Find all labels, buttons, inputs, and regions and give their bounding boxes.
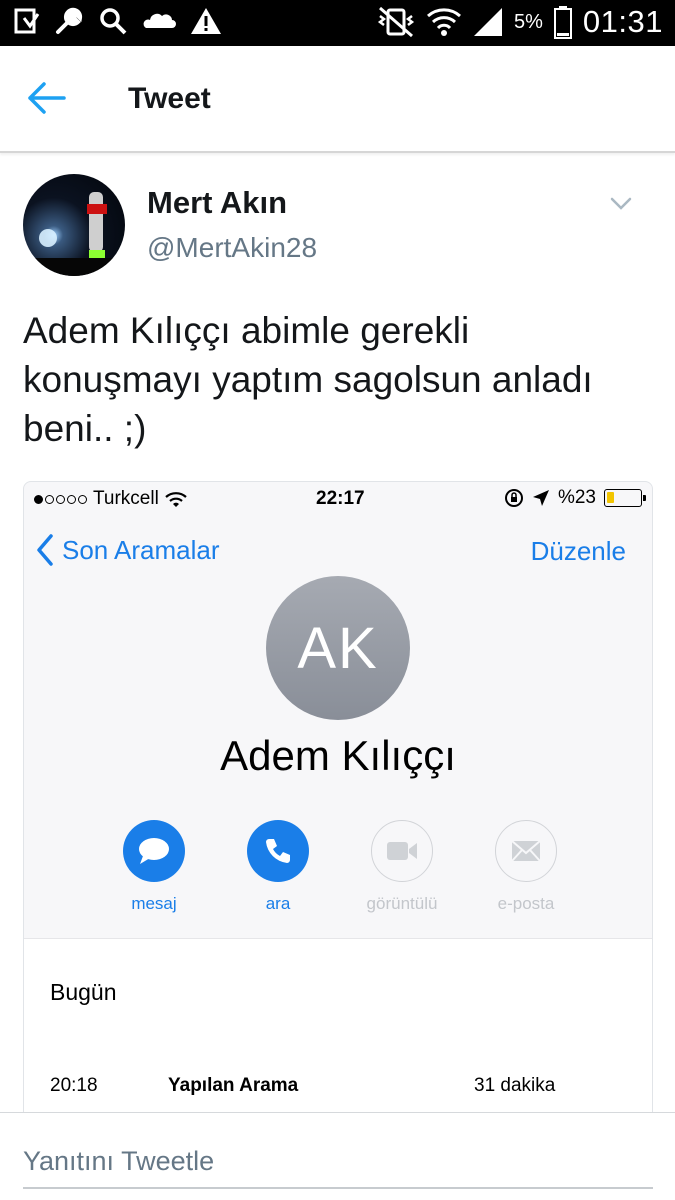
- back-label: Son Aramalar: [62, 534, 220, 565]
- ios-status-bar: Turkcell 22:17 %23: [24, 482, 652, 516]
- ios-indicators: %23: [504, 487, 646, 509]
- message-icon: [139, 838, 169, 864]
- system-indicators: 5% 01:31: [376, 4, 663, 40]
- signal-dots-icon: [34, 494, 87, 504]
- search-icon: [100, 8, 127, 35]
- video-call-label: görüntülü: [366, 894, 438, 913]
- ios-battery-text: %23: [557, 487, 596, 508]
- clock: 01:31: [582, 4, 663, 39]
- download-icon: [14, 8, 40, 34]
- message-button[interactable]: mesaj: [106, 820, 202, 914]
- vibrate-icon: [377, 6, 415, 38]
- notification-icons: [14, 6, 222, 36]
- contact-avatar: AK: [266, 576, 410, 720]
- page-title: Tweet: [128, 82, 211, 115]
- battery-icon: [553, 6, 572, 39]
- carrier-name: Turkcell: [93, 488, 159, 509]
- back-to-recents-button[interactable]: Son Aramalar: [36, 534, 220, 566]
- author-avatar[interactable]: [23, 174, 125, 276]
- chevron-left-icon: [37, 534, 53, 566]
- phone-icon: [266, 839, 290, 863]
- author-handle[interactable]: @MertAkin28: [147, 232, 317, 264]
- tweet-media-image[interactable]: Turkcell 22:17 %23 Son Aramalar Düzenle …: [23, 481, 653, 1121]
- call-label: ara: [265, 894, 291, 913]
- email-button[interactable]: e-posta: [478, 820, 574, 914]
- video-call-button[interactable]: görüntülü: [354, 820, 450, 914]
- tweet-text: Adem Kılıççı abimle gerekli konuşmayı ya…: [23, 310, 593, 449]
- call-button[interactable]: ara: [230, 820, 326, 914]
- contact-name: Adem Kılıççı: [220, 732, 456, 779]
- reply-input[interactable]: [23, 1135, 653, 1189]
- back-arrow-icon[interactable]: [26, 80, 66, 116]
- signal-icon: [474, 8, 503, 36]
- battery-percent: 5%: [514, 10, 543, 33]
- call-duration: 31 dakika: [474, 1075, 556, 1096]
- wrench-icon: [56, 7, 83, 34]
- email-label: e-posta: [497, 894, 555, 913]
- battery-level: [607, 492, 614, 503]
- author-name[interactable]: Mert Akın: [147, 185, 287, 221]
- rotation-lock-icon: [504, 489, 523, 507]
- wifi-icon: [165, 492, 187, 507]
- recent-calls-section: Bugün 20:18 Yapılan Arama 31 dakika: [24, 938, 652, 1120]
- contact-actions: mesaj ara görüntülü e-posta: [106, 820, 586, 920]
- warning-icon: [191, 8, 221, 34]
- battery-icon: [604, 489, 646, 507]
- call-time: 20:18: [50, 1075, 98, 1096]
- chevron-down-icon[interactable]: [608, 190, 634, 216]
- location-icon: [532, 490, 549, 506]
- call-type: Yapılan Arama: [168, 1075, 299, 1096]
- section-heading: Bugün: [50, 979, 117, 1005]
- reply-composer: [0, 1112, 675, 1200]
- carrier-info: Turkcell: [34, 488, 187, 510]
- mail-icon: [511, 840, 541, 862]
- wifi-icon: [427, 8, 462, 36]
- video-icon: [387, 842, 417, 860]
- message-label: mesaj: [131, 894, 177, 913]
- cloud-icon: [143, 13, 176, 28]
- tweet-header: Tweet: [0, 46, 675, 153]
- system-status-bar: 5% 01:31: [0, 0, 675, 46]
- edit-button[interactable]: Düzenle: [531, 536, 626, 567]
- avatar-photo: [23, 192, 125, 276]
- ios-clock: 22:17: [316, 488, 365, 509]
